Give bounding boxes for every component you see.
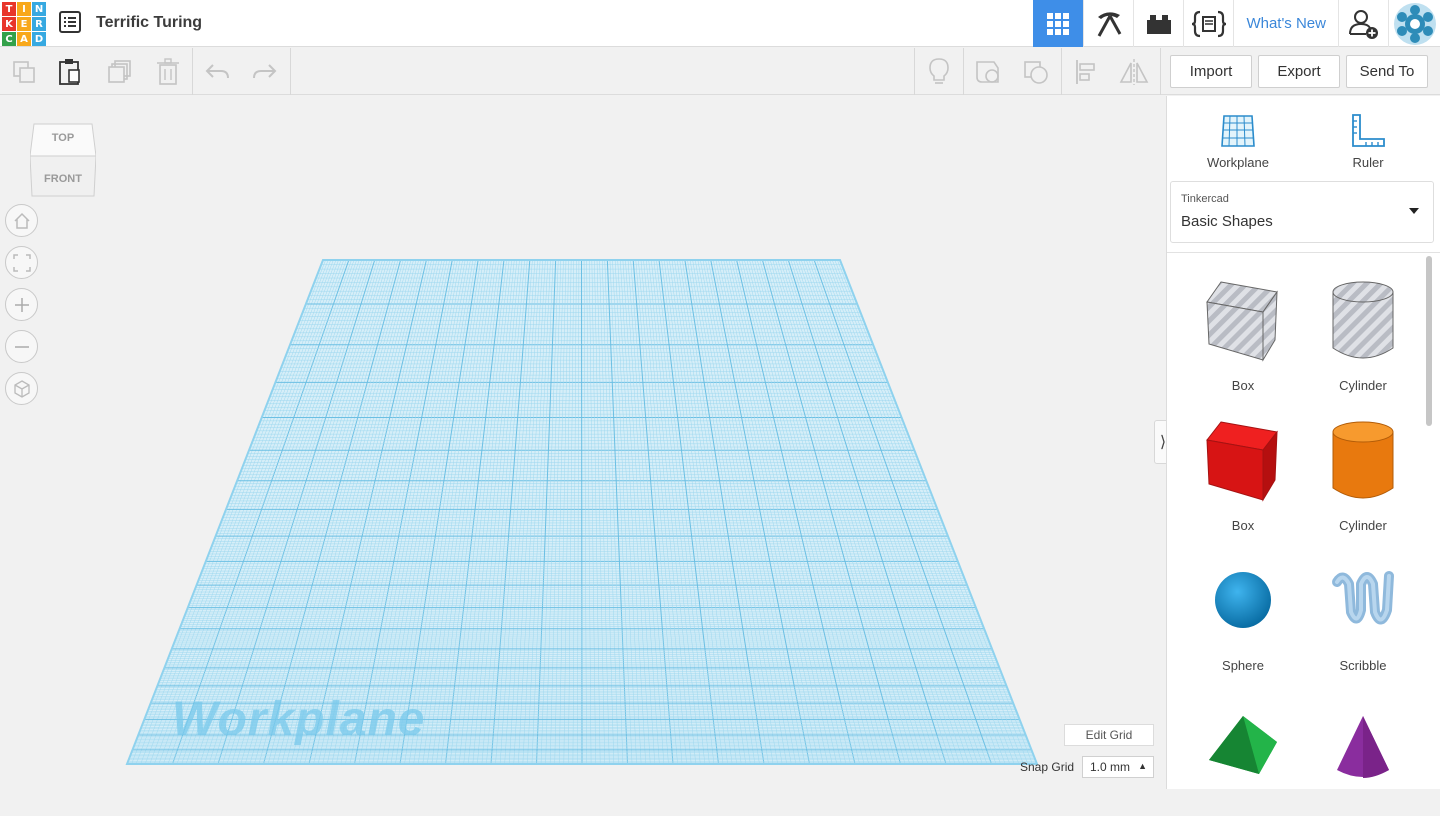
shape-label: Cylinder bbox=[1339, 518, 1387, 533]
shape-cylinder[interactable]: Cylinder bbox=[1308, 406, 1418, 536]
box-icon bbox=[1206, 421, 1278, 502]
duplicate-icon[interactable] bbox=[96, 48, 144, 95]
ruler-tool[interactable]: Ruler bbox=[1318, 106, 1418, 170]
roof-icon bbox=[1209, 716, 1277, 774]
delete-icon[interactable] bbox=[144, 48, 192, 95]
align-icon[interactable] bbox=[1062, 48, 1110, 95]
shape-sphere[interactable]: Sphere bbox=[1188, 546, 1298, 676]
perspective-icon[interactable] bbox=[5, 372, 38, 405]
shape-label: Sphere bbox=[1222, 658, 1264, 673]
scribble-icon bbox=[1332, 571, 1394, 625]
redo-icon[interactable] bbox=[240, 48, 288, 95]
logo-letter: R bbox=[32, 17, 46, 31]
3d-viewport[interactable]: Workplane TOP FRONT ⟩ Edit Grid Snap Gri… bbox=[0, 96, 1172, 789]
workplane-label: Workplane bbox=[172, 693, 426, 746]
design-title[interactable]: Terrific Turing bbox=[96, 14, 202, 32]
shape-label: Box bbox=[1231, 378, 1255, 393]
brick-icon[interactable] bbox=[1133, 0, 1183, 47]
logo-letter: T bbox=[2, 2, 16, 16]
copy-icon[interactable] bbox=[0, 48, 48, 95]
shape-cylinder-hole[interactable]: Cylinder bbox=[1308, 266, 1418, 396]
sphere-icon bbox=[1215, 572, 1271, 628]
workplane-tool-label: Workplane bbox=[1207, 155, 1269, 170]
top-nav: What's New bbox=[1033, 0, 1440, 47]
logo-letter: C bbox=[2, 32, 16, 46]
group-icon[interactable] bbox=[964, 48, 1012, 95]
logo-letter: N bbox=[32, 2, 46, 16]
undo-icon[interactable] bbox=[194, 48, 242, 95]
library-name: Basic Shapes bbox=[1181, 213, 1273, 230]
box-hole-icon bbox=[1206, 281, 1278, 362]
shape-box-hole[interactable]: Box bbox=[1188, 266, 1298, 396]
ruler-tool-label: Ruler bbox=[1352, 155, 1384, 170]
add-user-icon[interactable] bbox=[1338, 0, 1388, 47]
snap-grid-select[interactable]: 1.0 mm ▲ bbox=[1082, 756, 1154, 778]
export-button[interactable]: Export bbox=[1258, 55, 1340, 88]
logo-letter: D bbox=[32, 32, 46, 46]
logo-letter: K bbox=[2, 17, 16, 31]
top-bar: T I N K E R C A D Terrific Turing What's… bbox=[0, 0, 1440, 47]
logo-letter: A bbox=[17, 32, 31, 46]
view-cube-top[interactable]: TOP bbox=[30, 132, 96, 144]
mirror-icon[interactable] bbox=[1110, 48, 1158, 95]
3d-design-icon[interactable] bbox=[1033, 0, 1084, 47]
shape-roof[interactable] bbox=[1188, 686, 1298, 816]
panel-scrollbar[interactable] bbox=[1426, 256, 1432, 426]
logo-letter: I bbox=[17, 2, 31, 16]
cylinder-hole-icon bbox=[1332, 281, 1394, 359]
shape-label: Box bbox=[1231, 518, 1255, 533]
logo-letter: E bbox=[17, 17, 31, 31]
snap-grid-label: Snap Grid bbox=[1020, 760, 1075, 774]
home-view-icon[interactable] bbox=[5, 204, 38, 237]
codeblocks-icon[interactable] bbox=[1183, 0, 1233, 47]
pickaxe-icon[interactable] bbox=[1083, 0, 1133, 47]
workplane-grid[interactable] bbox=[0, 96, 1166, 789]
shape-label: Scribble bbox=[1339, 658, 1387, 673]
cylinder-icon bbox=[1332, 421, 1394, 499]
shape-label: Cylinder bbox=[1339, 378, 1387, 393]
workplane-icon bbox=[1221, 115, 1255, 147]
tinkercad-logo[interactable]: T I N K E R C A D bbox=[2, 2, 46, 46]
shape-box[interactable]: Box bbox=[1188, 406, 1298, 536]
view-cube[interactable]: TOP FRONT bbox=[29, 120, 97, 198]
send-to-button[interactable]: Send To bbox=[1346, 55, 1428, 88]
library-source: Tinkercad bbox=[1181, 193, 1229, 205]
ungroup-icon[interactable] bbox=[1012, 48, 1060, 95]
workplane-tool[interactable]: Workplane bbox=[1188, 106, 1288, 170]
notes-lightbulb-icon[interactable] bbox=[915, 48, 963, 95]
fit-view-icon[interactable] bbox=[5, 246, 38, 279]
edit-grid-button[interactable]: Edit Grid bbox=[1064, 724, 1154, 746]
library-select[interactable]: Tinkercad Basic Shapes bbox=[1170, 181, 1434, 243]
ruler-icon bbox=[1352, 114, 1385, 147]
shapes-panel: Workplane Ruler Tinkercad Basic Shapes B… bbox=[1166, 96, 1440, 789]
shape-scribble[interactable]: Scribble bbox=[1308, 546, 1418, 676]
avatar[interactable] bbox=[1388, 0, 1440, 47]
caret-up-icon: ▲ bbox=[1138, 761, 1147, 771]
cone-icon bbox=[1337, 716, 1389, 778]
whats-new-link[interactable]: What's New bbox=[1233, 0, 1338, 47]
zoom-out-icon[interactable] bbox=[5, 330, 38, 363]
design-list-icon[interactable] bbox=[58, 10, 82, 34]
import-button[interactable]: Import bbox=[1170, 55, 1252, 88]
paste-icon[interactable] bbox=[46, 48, 94, 95]
shape-cone[interactable] bbox=[1308, 686, 1418, 816]
snap-grid-value: 1.0 mm bbox=[1090, 760, 1131, 774]
view-cube-front[interactable]: FRONT bbox=[30, 173, 96, 185]
dropdown-arrow-icon bbox=[1409, 208, 1419, 214]
zoom-in-icon[interactable] bbox=[5, 288, 38, 321]
toolbar: Import Export Send To bbox=[0, 48, 1440, 95]
